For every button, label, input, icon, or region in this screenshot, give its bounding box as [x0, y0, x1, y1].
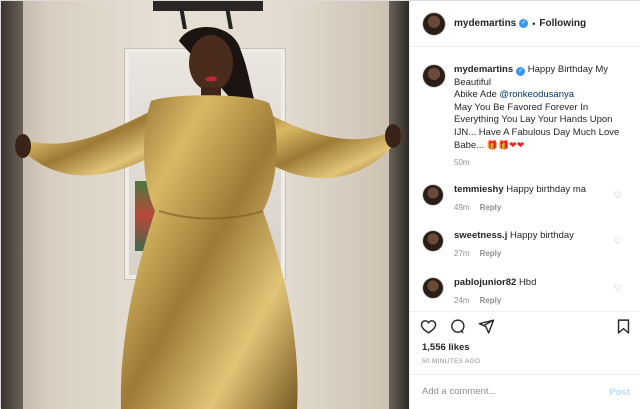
post-caption: mydemartins ✓ Happy Birthday My Beautiful…	[422, 64, 632, 153]
comment-text: Happy birthday	[509, 230, 574, 241]
reply-button[interactable]: Reply	[480, 249, 502, 258]
caption-avatar[interactable]	[422, 64, 446, 88]
caption-line-2: Abike Ade	[454, 89, 500, 100]
post-details-panel: mydemartins ✓ • Following mydemartins ✓ H…	[409, 1, 640, 409]
comment-icon[interactable]	[449, 318, 466, 335]
action-icons	[420, 318, 495, 336]
comment-body: temmieshy Happy birthday ma	[454, 184, 632, 196]
comment-text: Hbd	[518, 277, 537, 288]
caption-mention-link[interactable]: @ronkeodusanya	[499, 89, 574, 100]
following-button[interactable]: Following	[539, 18, 586, 29]
comment-row: temmieshy Happy birthday ma 49m Reply ♡	[422, 184, 632, 212]
comment-username[interactable]: temmieshy	[454, 184, 504, 195]
comment-username[interactable]: sweetness.j	[454, 230, 507, 241]
commenter-avatar[interactable]	[422, 184, 444, 206]
reply-button[interactable]: Reply	[480, 203, 502, 212]
comment-timestamp[interactable]: 49m	[454, 203, 470, 212]
post-timestamp[interactable]: 50 MINUTES AGO	[422, 358, 480, 365]
add-comment-bar: Post	[410, 374, 640, 408]
caption-line-3: May You Be Favored Forever In Everything…	[454, 101, 620, 152]
photo-woman-gold-dress	[15, 27, 401, 409]
heart-icon[interactable]	[420, 318, 437, 335]
post-photo[interactable]	[1, 1, 409, 409]
heart-emoji: ❤❤	[509, 140, 525, 150]
post-actions: 1,556 likes 50 MINUTES AGO Post	[410, 311, 640, 401]
post-window: mydemartins ✓ • Following mydemartins ✓ H…	[0, 0, 640, 409]
post-header: mydemartins ✓ • Following	[410, 1, 640, 47]
comment-text: Happy birthday ma	[506, 184, 587, 195]
small-heart-icon[interactable]: ♡	[614, 236, 622, 247]
verified-badge-icon: ✓	[519, 19, 529, 28]
gift-emoji: 🎁🎁	[486, 140, 510, 150]
header-separator: •	[532, 18, 536, 29]
comment-timestamp[interactable]: 27m	[454, 249, 470, 258]
commenter-avatar[interactable]	[422, 230, 444, 252]
caption-username[interactable]: mydemartins	[454, 64, 513, 75]
comment-input[interactable]	[422, 386, 592, 397]
comment-row: pablojunior82 Hbd 24m Reply ♡	[422, 277, 632, 305]
bookmark-icon[interactable]	[615, 318, 632, 335]
caption-text: mydemartins ✓ Happy Birthday My Beautiful…	[454, 64, 632, 153]
comment-meta: 27m Reply	[454, 249, 632, 258]
reply-button[interactable]: Reply	[480, 296, 502, 305]
comment-username[interactable]: pablojunior82	[454, 277, 516, 288]
author-avatar[interactable]	[422, 11, 446, 36]
likes-count[interactable]: 1,556 likes	[422, 342, 470, 353]
comment-meta: 24m Reply	[454, 296, 632, 305]
author-username[interactable]: mydemartins	[454, 18, 516, 29]
small-heart-icon[interactable]: ♡	[614, 283, 622, 294]
comment-timestamp[interactable]: 24m	[454, 296, 470, 305]
commenter-avatar[interactable]	[422, 277, 444, 299]
comment-meta: 49m Reply	[454, 203, 632, 212]
verified-badge-icon: ✓	[516, 67, 526, 76]
caption-timestamp[interactable]: 50m	[454, 158, 470, 167]
comment-body: sweetness.j Happy birthday	[454, 230, 632, 242]
comment-body: pablojunior82 Hbd	[454, 277, 632, 289]
comments-list[interactable]: mydemartins ✓ Happy Birthday My Beautiful…	[410, 48, 640, 311]
comment-row: sweetness.j Happy birthday 27m Reply ♡	[422, 230, 632, 258]
small-heart-icon[interactable]: ♡	[614, 190, 622, 201]
post-comment-button[interactable]: Post	[609, 387, 630, 398]
share-icon[interactable]	[478, 318, 495, 335]
